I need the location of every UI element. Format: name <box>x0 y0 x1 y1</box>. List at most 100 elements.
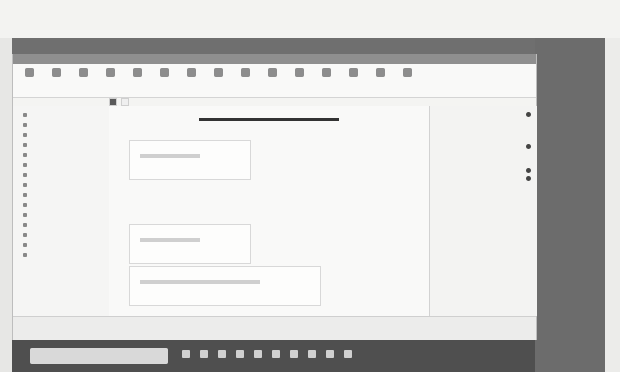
monitor-bezel-top <box>12 38 535 54</box>
tree-item[interactable] <box>13 250 109 260</box>
app-icon[interactable] <box>272 350 280 358</box>
toolbar-icon <box>78 68 88 77</box>
app-icon[interactable] <box>326 350 334 358</box>
app-icon[interactable] <box>290 350 298 358</box>
tree-item[interactable] <box>13 160 109 170</box>
toolbar-icon <box>105 68 115 77</box>
ribbon-button[interactable] <box>73 68 93 79</box>
property-row[interactable] <box>430 182 537 190</box>
toggle-icon[interactable] <box>526 143 531 149</box>
project-tree-panel <box>13 106 110 316</box>
ribbon-button[interactable] <box>370 68 390 79</box>
tree-item[interactable] <box>13 130 109 140</box>
ribbon-button[interactable] <box>289 68 309 79</box>
tree-node-icon <box>23 163 27 167</box>
tree-item[interactable] <box>13 150 109 160</box>
property-row[interactable] <box>430 118 537 126</box>
ribbon-toolbar <box>13 64 536 98</box>
document-tab[interactable] <box>121 98 129 106</box>
properties-panel <box>429 106 537 316</box>
toggle-icon[interactable] <box>526 167 531 173</box>
logic-block-item <box>140 280 260 284</box>
tree-node-icon <box>23 143 27 147</box>
monitor-bezel-right <box>535 38 605 372</box>
logic-block[interactable] <box>129 140 251 180</box>
app-icon[interactable] <box>254 350 262 358</box>
ribbon-button[interactable] <box>262 68 282 79</box>
application-window <box>12 54 537 340</box>
tree-node-icon <box>23 223 27 227</box>
toolbar-icon <box>267 68 277 77</box>
tree-node-icon <box>23 233 27 237</box>
background-paper-top <box>0 0 620 38</box>
ribbon-button[interactable] <box>19 68 39 79</box>
property-row[interactable] <box>430 110 537 118</box>
logic-block[interactable] <box>129 224 251 264</box>
toolbar-icon <box>375 68 385 77</box>
app-icon[interactable] <box>182 350 190 358</box>
property-row[interactable] <box>430 134 537 142</box>
toolbar-icon <box>132 68 142 77</box>
app-icon[interactable] <box>200 350 208 358</box>
property-row[interactable] <box>430 126 537 134</box>
property-row[interactable] <box>430 198 537 206</box>
tree-item[interactable] <box>13 120 109 130</box>
tree-item[interactable] <box>13 210 109 220</box>
logic-block[interactable] <box>129 266 321 306</box>
tree-item[interactable] <box>13 140 109 150</box>
tree-item[interactable] <box>13 240 109 250</box>
ribbon-button[interactable] <box>127 68 147 79</box>
toggle-icon[interactable] <box>526 111 531 117</box>
ribbon-button[interactable] <box>46 68 66 79</box>
toolbar-icon <box>51 68 61 77</box>
tree-item[interactable] <box>13 110 109 120</box>
tree-item[interactable] <box>13 170 109 180</box>
property-row[interactable] <box>430 166 537 174</box>
search-input[interactable] <box>30 348 168 364</box>
property-row[interactable] <box>430 174 537 182</box>
editor-canvas[interactable] <box>109 106 429 316</box>
document-tab-active[interactable] <box>109 98 117 106</box>
app-icon[interactable] <box>236 350 244 358</box>
property-row[interactable] <box>430 150 537 158</box>
app-icon[interactable] <box>218 350 226 358</box>
ribbon-button[interactable] <box>154 68 174 79</box>
ribbon-button[interactable] <box>343 68 363 79</box>
photo-frame <box>0 0 620 372</box>
tree-item[interactable] <box>13 180 109 190</box>
toolbar-icon <box>240 68 250 77</box>
tree-node-icon <box>23 193 27 197</box>
app-icon[interactable] <box>308 350 316 358</box>
ribbon-button[interactable] <box>208 68 228 79</box>
property-row[interactable] <box>430 142 537 150</box>
tree-node-icon <box>23 173 27 177</box>
tree-item[interactable] <box>13 220 109 230</box>
ribbon-button[interactable] <box>316 68 336 79</box>
ribbon-button[interactable] <box>181 68 201 79</box>
background-paper-right <box>605 38 620 372</box>
tree-node-icon <box>23 113 27 117</box>
toolbar-icon <box>402 68 412 77</box>
tree-node-icon <box>23 213 27 217</box>
tree-node-icon <box>23 133 27 137</box>
ribbon-button[interactable] <box>235 68 255 79</box>
property-row[interactable] <box>430 190 537 198</box>
tree-item[interactable] <box>13 190 109 200</box>
tree-node-icon <box>23 203 27 207</box>
logic-block-item <box>140 238 200 242</box>
ribbon-button[interactable] <box>100 68 120 79</box>
toolbar-icon <box>186 68 196 77</box>
tree-item[interactable] <box>13 230 109 240</box>
ribbon-button[interactable] <box>397 68 417 79</box>
canvas-divider <box>199 118 339 121</box>
toolbar-icon <box>321 68 331 77</box>
toolbar-icon <box>24 68 34 77</box>
property-row[interactable] <box>430 158 537 166</box>
ribbon-tabs <box>13 54 536 64</box>
tree-item[interactable] <box>13 200 109 210</box>
toolbar-icon <box>159 68 169 77</box>
toggle-icon[interactable] <box>526 175 531 181</box>
tree-node-icon <box>23 253 27 257</box>
taskbar <box>12 340 535 372</box>
app-icon[interactable] <box>344 350 352 358</box>
